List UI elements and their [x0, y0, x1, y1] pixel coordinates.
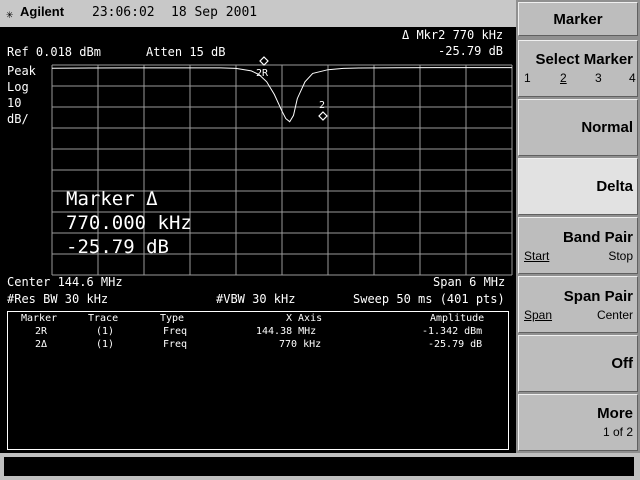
span-pair-label: Span Pair	[563, 288, 633, 305]
delta-label: Delta	[596, 178, 633, 195]
active-marker-amplitude: -25.79 dB	[66, 236, 169, 258]
marker-2-diamond-icon	[318, 111, 328, 121]
normal-button[interactable]: Normal	[518, 99, 638, 156]
sweep-time: Sweep 50 ms (401 pts)	[353, 292, 505, 306]
more-button[interactable]: More 1 of 2	[518, 394, 638, 451]
table-row-2-marker: 2Δ	[35, 339, 48, 350]
center-frequency: Center 144.6 MHz	[7, 275, 123, 289]
select-marker-label: Select Marker	[535, 51, 633, 68]
span-pair-span: Span	[524, 308, 553, 322]
select-marker-2: 2	[560, 71, 567, 85]
table-header-x-axis: X Axis	[286, 313, 323, 324]
select-marker-3: 3	[595, 71, 602, 85]
span-pair-center: Center	[596, 308, 633, 322]
marker-symbols: 2	[259, 56, 328, 121]
table-header-trace: Trace	[88, 313, 119, 324]
active-marker-title: Marker Δ	[66, 188, 158, 210]
table-row-2-x-axis: 770 kHz	[279, 339, 322, 350]
clock-time: 23:06:02	[92, 5, 155, 20]
delta-button[interactable]: Delta	[518, 158, 638, 215]
analyzer-display: Δ Mkr2 770 kHz -25.79 dB Ref 0.018 dBm A…	[0, 27, 516, 453]
softkey-menu-title: Marker	[518, 2, 638, 36]
table-row-2-trace: (1)	[96, 339, 115, 350]
select-marker-button[interactable]: Select Marker 1 2 3 4	[518, 40, 638, 97]
frequency-span: Span 6 MHz	[433, 275, 506, 289]
band-pair-stop: Stop	[608, 249, 633, 263]
table-header-marker: Marker	[21, 313, 58, 324]
marker-table: Marker Trace Type X Axis Amplitude 2R (1…	[7, 311, 509, 450]
brand-name: Agilent	[20, 4, 65, 19]
marker-1-diamond-icon	[259, 56, 269, 66]
more-label: More	[597, 405, 633, 422]
span-pair-button[interactable]: Span Pair Span Center	[518, 276, 638, 333]
softkey-panel: Marker Select Marker 1 2 3 4 Normal Delt…	[516, 0, 640, 453]
more-page-indicator: 1 of 2	[602, 425, 633, 439]
active-marker-frequency: 770.000 kHz	[66, 212, 192, 234]
marker-1-label: 2R	[256, 68, 269, 79]
table-header-amplitude: Amplitude	[430, 313, 485, 324]
table-header-type: Type	[160, 313, 185, 324]
title-bar: ✳ Agilent 23:06:02 18 Sep 2001	[0, 0, 516, 28]
status-bar	[0, 453, 640, 480]
table-row-2-type: Freq	[163, 339, 188, 350]
band-pair-button[interactable]: Band Pair Start Stop	[518, 217, 638, 274]
agilent-logo-icon: ✳	[6, 7, 14, 21]
clock-date: 18 Sep 2001	[171, 5, 258, 20]
table-row-1-trace: (1)	[96, 326, 115, 337]
table-row-2-amplitude: -25.79 dB	[428, 339, 483, 350]
marker-2-label: 2	[319, 100, 325, 111]
table-row-1-amplitude: -1.342 dBm	[422, 326, 483, 337]
band-pair-label: Band Pair	[562, 229, 633, 246]
off-label: Off	[611, 355, 633, 372]
table-row-1-marker: 2R	[35, 326, 48, 337]
status-line	[4, 457, 634, 476]
normal-label: Normal	[581, 119, 633, 136]
table-row-1-x-axis: 144.38 MHz	[256, 326, 317, 337]
select-marker-4: 4	[629, 71, 636, 85]
band-pair-start: Start	[524, 249, 550, 263]
video-bandwidth: #VBW 30 kHz	[216, 292, 296, 306]
resolution-bandwidth: #Res BW 30 kHz	[7, 292, 109, 306]
off-button[interactable]: Off	[518, 335, 638, 392]
select-marker-1: 1	[524, 71, 531, 85]
table-row-1-type: Freq	[163, 326, 188, 337]
